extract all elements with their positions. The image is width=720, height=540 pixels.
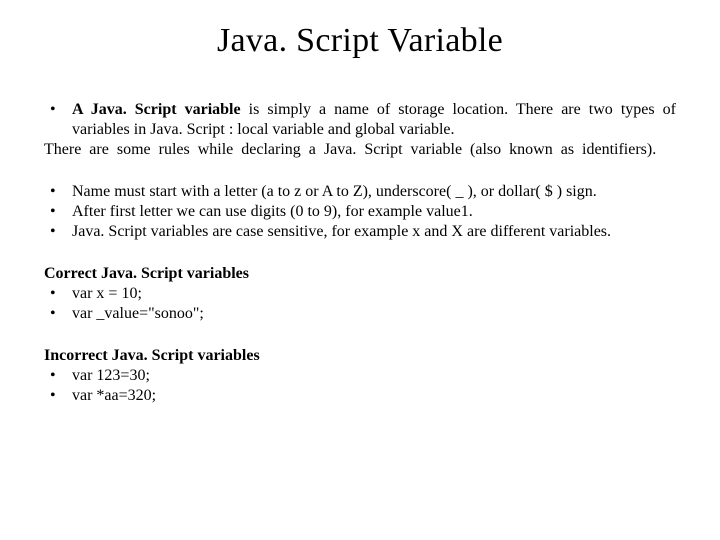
bullet-icon: • — [50, 386, 72, 406]
bullet-icon: • — [50, 222, 72, 242]
list-item: • var x = 10; — [44, 284, 676, 304]
bullet-icon: • — [50, 304, 72, 324]
list-item: • var _value="sonoo"; — [44, 304, 676, 324]
rule-text: Java. Script variables are case sensitiv… — [72, 222, 676, 242]
rule-text: After first letter we can use digits (0 … — [72, 202, 676, 222]
code-text: var _value="sonoo"; — [72, 304, 676, 324]
correct-block: Correct Java. Script variables • var x =… — [44, 264, 676, 324]
bullet-icon: • — [50, 182, 72, 202]
list-item: • After first letter we can use digits (… — [44, 202, 676, 222]
rules-block: • Name must start with a letter (a to z … — [44, 182, 676, 242]
incorrect-heading: Incorrect Java. Script variables — [44, 346, 676, 366]
code-text: var *aa=320; — [72, 386, 676, 406]
list-item: • var 123=30; — [44, 366, 676, 386]
list-item: • Name must start with a letter (a to z … — [44, 182, 676, 202]
list-item: • var *aa=320; — [44, 386, 676, 406]
bullet-icon: • — [50, 366, 72, 386]
bullet-icon: • — [50, 284, 72, 304]
correct-heading: Correct Java. Script variables — [44, 264, 676, 284]
intro-block: • A Java. Script variable is simply a na… — [44, 100, 676, 160]
intro-rules-line: There are some rules while declaring a J… — [44, 140, 676, 160]
code-text: var 123=30; — [72, 366, 676, 386]
page-title: Java. Script Variable — [44, 22, 676, 60]
intro-bullet: • A Java. Script variable is simply a na… — [44, 100, 676, 140]
rule-text: Name must start with a letter (a to z or… — [72, 182, 676, 202]
intro-lead-bold: A Java. Script variable — [72, 101, 241, 118]
bullet-icon: • — [50, 100, 72, 140]
code-text: var x = 10; — [72, 284, 676, 304]
intro-text: A Java. Script variable is simply a name… — [72, 100, 676, 140]
incorrect-block: Incorrect Java. Script variables • var 1… — [44, 346, 676, 406]
bullet-icon: • — [50, 202, 72, 222]
slide: Java. Script Variable • A Java. Script v… — [0, 0, 720, 540]
list-item: • Java. Script variables are case sensit… — [44, 222, 676, 242]
